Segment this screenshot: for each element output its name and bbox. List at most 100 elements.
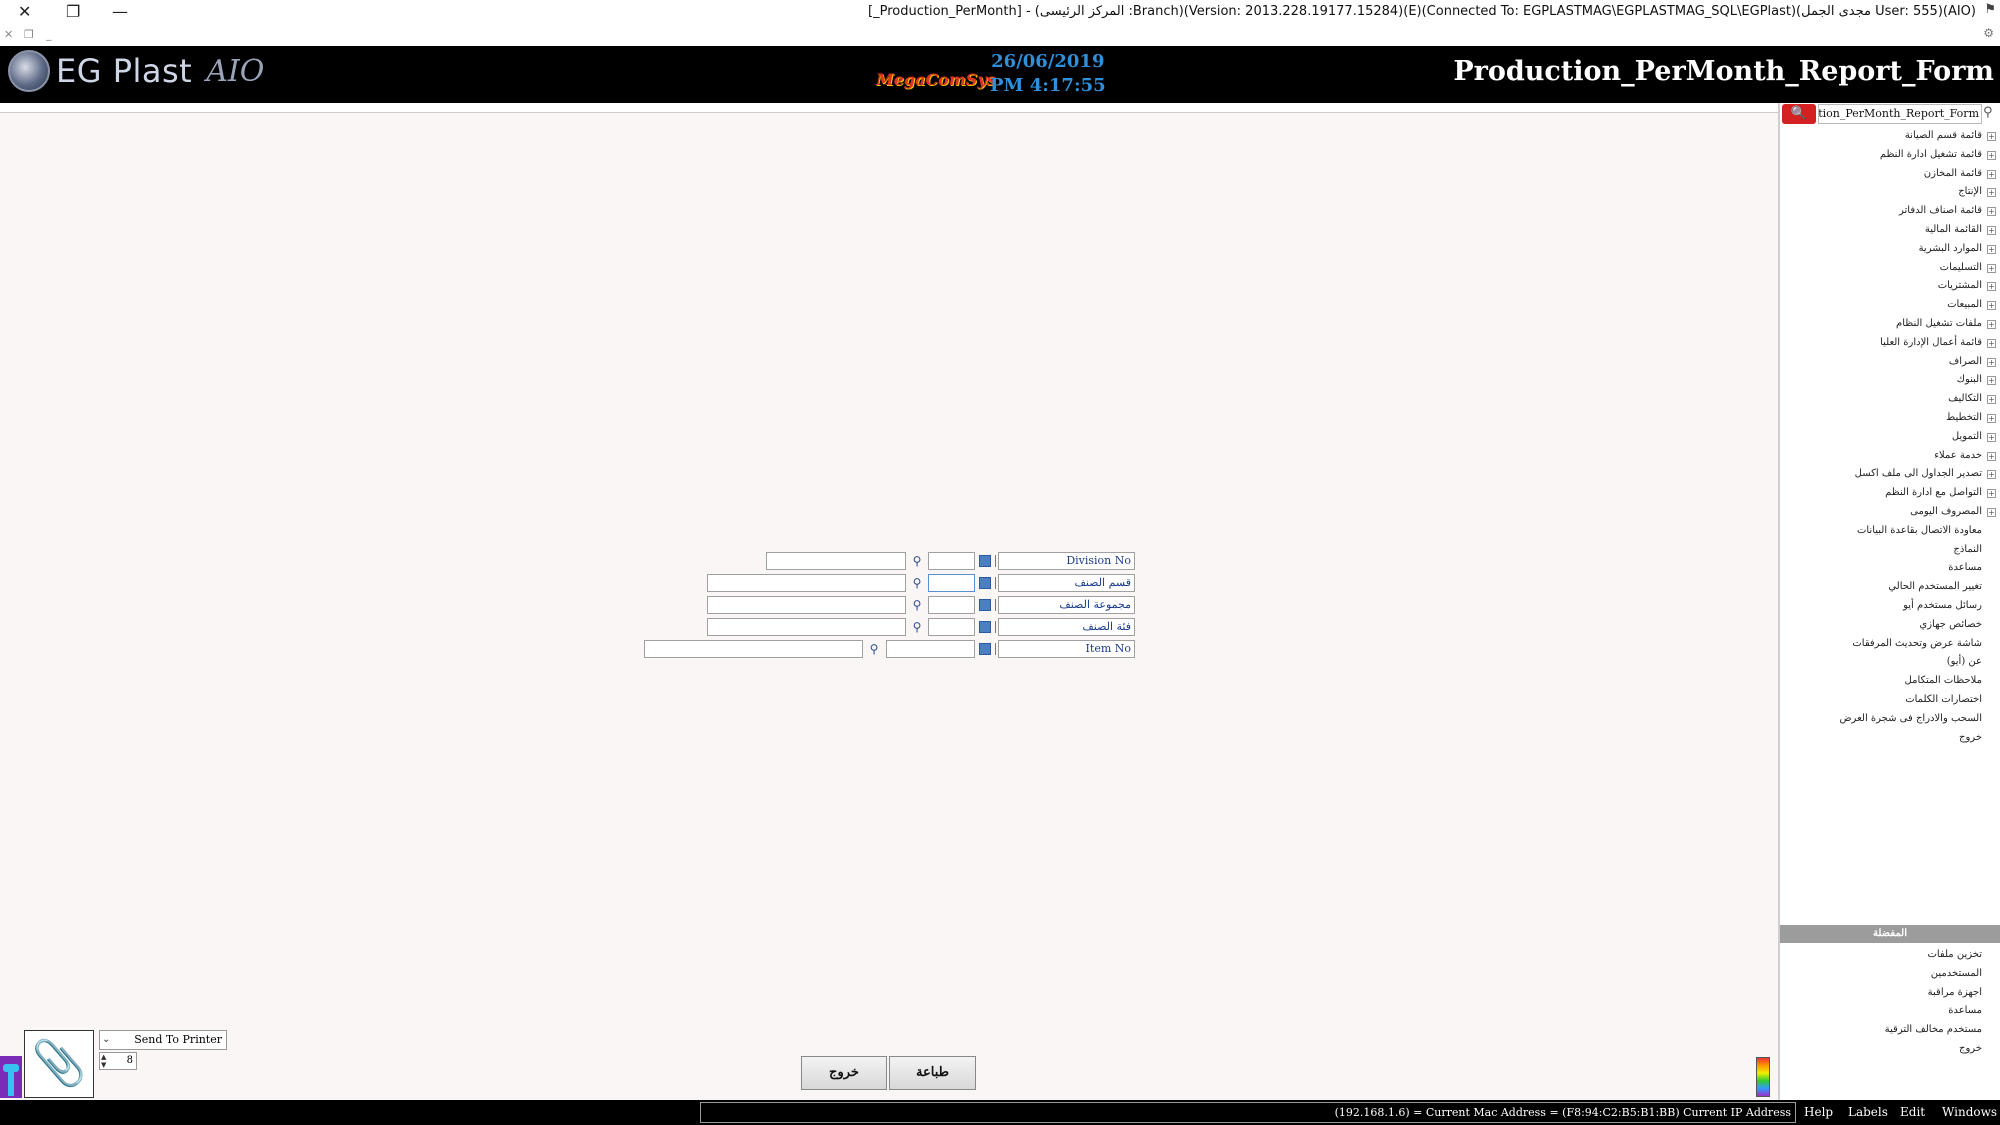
class-lookup-icon[interactable]: ⚲ [908, 618, 926, 636]
color-bar-icon[interactable] [1756, 1057, 1770, 1097]
expand-icon[interactable]: + [1987, 301, 1996, 311]
tree-leaf[interactable]: خصائص جهازي [1782, 616, 1996, 635]
item-name-field[interactable] [644, 640, 863, 658]
division-no-field[interactable] [928, 552, 975, 570]
tree-leaf[interactable]: تغيير المستخدم الحالي [1782, 578, 1996, 597]
item-table-icon[interactable] [979, 643, 991, 655]
category-table-icon[interactable] [979, 577, 991, 589]
print-button[interactable]: طباعة [889, 1056, 976, 1090]
expand-icon[interactable]: + [1987, 132, 1996, 141]
item-no-field[interactable] [886, 640, 975, 658]
tree-node[interactable]: + التكاليف [1782, 390, 1996, 409]
settings-icon[interactable]: ⚙ [1983, 26, 1994, 40]
expand-icon[interactable]: + [1987, 338, 1996, 348]
search-button[interactable]: 🔍 [1782, 104, 1816, 124]
favorite-item[interactable]: تخزين ملفات [1782, 946, 1996, 965]
tree-node[interactable]: + التواصل مع ادارة النظم [1782, 484, 1996, 503]
expand-icon[interactable]: + [1987, 282, 1996, 292]
category-lookup-icon[interactable]: ⚲ [908, 574, 926, 592]
chevron-down-icon[interactable]: ⌄ [102, 1031, 110, 1049]
item-lookup-icon[interactable]: ⚲ [865, 640, 883, 658]
group-table-icon[interactable] [979, 599, 991, 611]
mdi-close-icon[interactable]: ✕ [4, 28, 13, 41]
group-no-field[interactable] [928, 596, 975, 614]
mdi-minimize-icon[interactable]: _ [46, 28, 52, 41]
exit-button[interactable]: خروج [801, 1056, 887, 1090]
class-name-field[interactable] [707, 618, 906, 636]
expand-icon[interactable]: + [1987, 207, 1996, 217]
expand-icon[interactable]: + [1987, 150, 1996, 160]
tree-node[interactable]: + التخطيط [1782, 409, 1996, 428]
restore-window-button[interactable]: ❐ [66, 2, 80, 21]
tree-leaf[interactable]: خروج [1782, 729, 1996, 748]
tree-node[interactable]: + قائمة أعمال الإدارة العليا [1782, 334, 1996, 353]
expand-icon[interactable]: + [1987, 432, 1996, 442]
attachment-button[interactable]: 📎 [24, 1030, 94, 1098]
class-table-icon[interactable] [979, 621, 991, 633]
favorite-item[interactable]: مساعدة [1782, 1002, 1996, 1021]
category-name-field[interactable] [707, 574, 906, 592]
tree-node[interactable]: + المبيعات [1782, 296, 1996, 315]
tree-node[interactable]: + قائمة المخازن [1782, 165, 1996, 184]
tree-node[interactable]: + خدمة عملاء [1782, 447, 1996, 466]
tree-node[interactable]: + الإنتاج [1782, 183, 1996, 202]
menu-labels[interactable]: Labels [1848, 1105, 1888, 1119]
tree-node[interactable]: + المصروف اليومى [1782, 503, 1996, 522]
expand-icon[interactable]: + [1987, 489, 1996, 499]
expand-icon[interactable]: + [1987, 451, 1996, 461]
menu-windows[interactable]: Windows [1942, 1105, 1997, 1119]
tree-leaf[interactable]: رسائل مستخدم أيو [1782, 597, 1996, 616]
tree-leaf[interactable]: السحب والادراج فى شجرة العرض [1782, 710, 1996, 729]
menu-edit[interactable]: Edit [1900, 1105, 1925, 1119]
expand-icon[interactable]: + [1987, 395, 1996, 405]
menu-search-input[interactable]: Production_PerMonth_Report_Form [1818, 104, 1982, 124]
tree-leaf[interactable]: ملاحظات المتكامل [1782, 672, 1996, 691]
tree-node[interactable]: + القائمة المالية [1782, 221, 1996, 240]
expand-icon[interactable]: + [1987, 319, 1996, 329]
group-name-field[interactable] [707, 596, 906, 614]
tree-leaf[interactable]: شاشة عرض وتحديث المرفقات [1782, 635, 1996, 654]
copies-stepper[interactable]: ▲ ▼ 8 [99, 1052, 137, 1070]
tree-node[interactable]: + قائمة اصناف الدفاتر [1782, 202, 1996, 221]
favorite-item[interactable]: اجهزة مراقبة [1782, 984, 1996, 1003]
menu-help[interactable]: Help [1804, 1105, 1833, 1119]
favorite-item[interactable]: خروج [1782, 1040, 1996, 1059]
expand-icon[interactable]: + [1987, 357, 1996, 367]
tree-leaf[interactable]: مساعدة [1782, 559, 1996, 578]
class-no-field[interactable] [928, 618, 975, 636]
search-icon[interactable]: ⚲ [1983, 105, 1993, 120]
tree-node[interactable]: + الموارد البشرية [1782, 240, 1996, 259]
expand-icon[interactable]: + [1987, 376, 1996, 386]
spinner-arrows-icon[interactable]: ▲ ▼ [101, 1053, 106, 1069]
favorite-item[interactable]: المستخدمين [1782, 965, 1996, 984]
favorite-item[interactable]: مستخدم مخالف الترقية [1782, 1021, 1996, 1040]
division-lookup-icon[interactable]: ⚲ [908, 552, 926, 570]
tree-node[interactable]: + التسليمات [1782, 259, 1996, 278]
minimize-window-button[interactable]: — [112, 2, 128, 21]
expand-icon[interactable]: + [1987, 470, 1996, 480]
tree-node[interactable]: + الصراف [1782, 353, 1996, 372]
tree-leaf[interactable]: عن (أيو) [1782, 653, 1996, 672]
tree-node[interactable]: + ملفات تشغيل النظام [1782, 315, 1996, 334]
expand-icon[interactable]: + [1987, 188, 1996, 198]
group-lookup-icon[interactable]: ⚲ [908, 596, 926, 614]
expand-icon[interactable]: + [1987, 263, 1996, 273]
close-window-button[interactable]: ✕ [18, 2, 31, 21]
expand-icon[interactable]: + [1987, 169, 1996, 179]
expand-icon[interactable]: + [1987, 244, 1996, 254]
tree-node[interactable]: + قائمة تشغيل ادارة النظم [1782, 146, 1996, 165]
tree-node[interactable]: + تصدير الجداول الى ملف اكسل [1782, 465, 1996, 484]
tree-leaf[interactable]: معاودة الاتصال بقاعدة البيانات [1782, 522, 1996, 541]
print-target-select[interactable]: ⌄ Send To Printer [99, 1030, 227, 1050]
expand-icon[interactable]: + [1987, 225, 1996, 235]
division-name-field[interactable] [766, 552, 906, 570]
tree-leaf[interactable]: اختصارات الكلمات [1782, 691, 1996, 710]
side-tool-button[interactable] [0, 1056, 22, 1098]
tree-node[interactable]: + المشتريات [1782, 277, 1996, 296]
category-no-field[interactable] [928, 574, 975, 592]
tree-leaf[interactable]: النماذج [1782, 541, 1996, 560]
tree-node[interactable]: + التمويل [1782, 428, 1996, 447]
mdi-restore-icon[interactable]: ❐ [24, 28, 34, 41]
tree-node[interactable]: + البنوك [1782, 371, 1996, 390]
expand-icon[interactable]: + [1987, 507, 1996, 517]
